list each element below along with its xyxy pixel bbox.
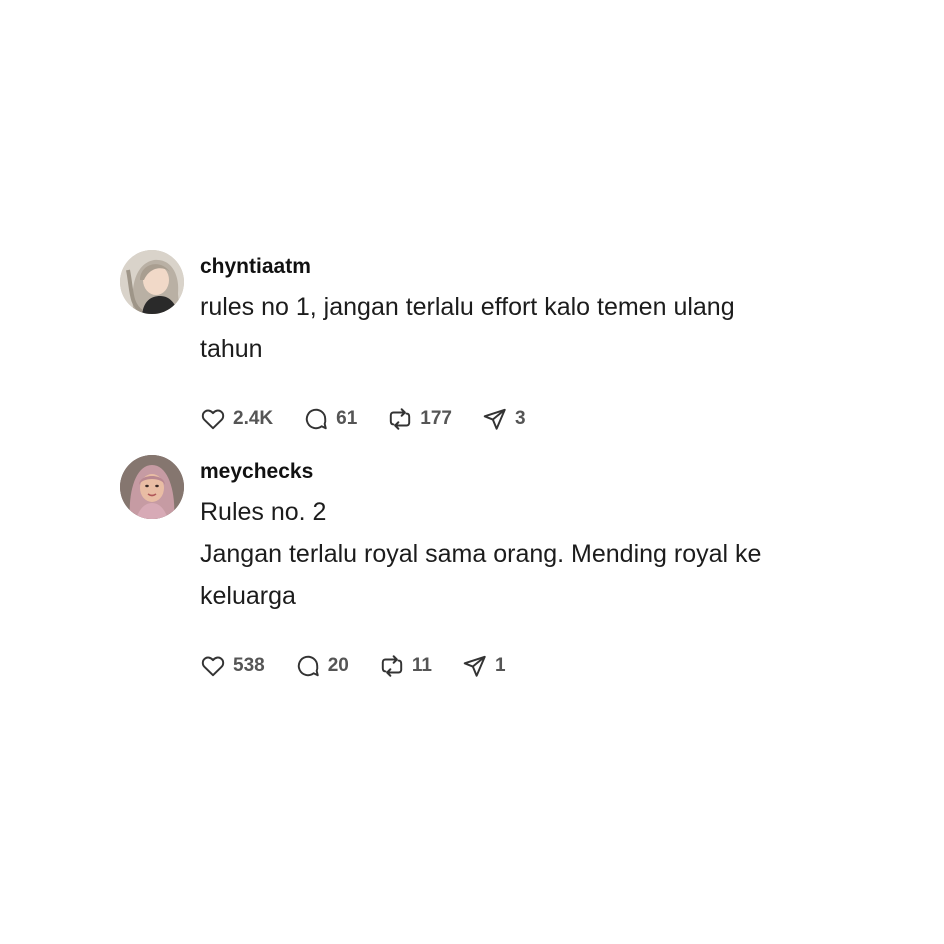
share-button[interactable]: 3 xyxy=(482,406,526,432)
avatar[interactable] xyxy=(120,455,184,519)
like-button[interactable]: 538 xyxy=(200,653,265,679)
reply-button[interactable]: 61 xyxy=(303,406,357,432)
share-count: 3 xyxy=(514,408,526,429)
username[interactable]: meychecks xyxy=(200,459,840,485)
reply-count: 20 xyxy=(327,655,349,676)
reply-button[interactable]: 20 xyxy=(295,653,349,679)
post-actions: 538 20 11 1 xyxy=(200,653,536,679)
comment-bubble-icon xyxy=(297,655,319,677)
heart-icon xyxy=(201,409,225,430)
post-text-line: Jangan terlalu royal sama orang. Mending… xyxy=(200,540,762,568)
share-count: 1 xyxy=(494,655,506,676)
post-text-line: rules no 1, jangan terlalu effort kalo t… xyxy=(200,293,735,321)
post-text-line: Rules no. 2 xyxy=(200,498,327,526)
post-text: Rules no. 2 Jangan terlalu royal sama or… xyxy=(200,491,840,617)
like-count: 2.4K xyxy=(233,408,274,429)
avatar[interactable] xyxy=(120,250,184,314)
post-actions: 2.4K 61 177 3 xyxy=(200,406,556,432)
post-text: rules no 1, jangan terlalu effort kalo t… xyxy=(200,286,840,370)
repost-arrows-icon xyxy=(381,655,403,677)
repost-button[interactable]: 11 xyxy=(379,653,432,679)
post-text-line: keluarga xyxy=(200,582,296,610)
heart-icon xyxy=(201,656,225,677)
post-text-line: tahun xyxy=(200,335,263,363)
send-paper-plane-icon xyxy=(483,408,506,430)
repost-count: 11 xyxy=(411,655,432,676)
repost-button[interactable]: 177 xyxy=(387,406,452,432)
reply-count: 61 xyxy=(336,408,358,429)
repost-count: 177 xyxy=(420,408,452,429)
send-paper-plane-icon xyxy=(463,655,486,677)
repost-arrows-icon xyxy=(390,408,411,430)
comment-bubble-icon xyxy=(305,408,327,430)
like-button[interactable]: 2.4K xyxy=(200,406,273,432)
share-button[interactable]: 1 xyxy=(462,653,506,679)
threads-feed: chyntiaatm rules no 1, jangan terlalu ef… xyxy=(0,0,944,944)
like-count: 538 xyxy=(233,655,265,676)
username[interactable]: chyntiaatm xyxy=(200,254,840,280)
